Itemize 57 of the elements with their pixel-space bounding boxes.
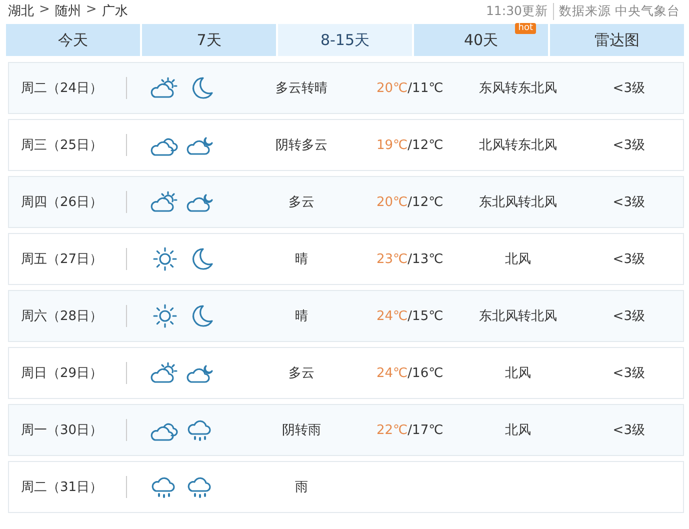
wind-direction: 北风 xyxy=(505,366,532,381)
wind-level: <3级 xyxy=(612,81,645,96)
high-temperature: 22℃ xyxy=(376,422,408,438)
wind-direction: 东风转东北风 xyxy=(479,81,558,96)
update-time: 11:30更新 xyxy=(486,2,554,20)
wind-direction: 北风 xyxy=(505,252,532,267)
low-temperature: /12℃ xyxy=(408,194,444,210)
weather-text: 多云 xyxy=(288,365,316,382)
breadcrumb-separator: > xyxy=(39,2,50,19)
weather-text: 多云转晴 xyxy=(274,80,329,97)
weather-text: 阴转雨 xyxy=(281,422,322,439)
date-label: 周六（28日） xyxy=(20,308,104,325)
low-temperature: /15℃ xyxy=(408,308,444,324)
high-temperature: 24℃ xyxy=(376,366,408,380)
low-temperature: /17℃ xyxy=(408,422,444,438)
breadcrumb-link[interactable]: 随州 xyxy=(54,2,81,20)
date-label: 周一（30日） xyxy=(20,422,104,439)
wind-level: <3级 xyxy=(612,252,645,267)
date-label: 周二（24日） xyxy=(20,80,104,97)
high-temperature: 23℃ xyxy=(376,252,408,266)
tab[interactable]: 8-15天 xyxy=(278,24,412,56)
wind-direction: 东北风转北风 xyxy=(479,309,558,324)
date-label: 周二（31日） xyxy=(20,479,104,496)
wind-direction: 北风转东北风 xyxy=(479,138,558,153)
high-temperature: 20℃ xyxy=(376,80,408,96)
high-temperature: 20℃ xyxy=(376,194,408,210)
date-label: 周日（29日） xyxy=(20,365,104,382)
low-temperature: /11℃ xyxy=(408,80,444,96)
weather-text: 阴转多云 xyxy=(274,137,329,154)
weather-text: 雨 xyxy=(294,479,310,496)
tab[interactable]: 雷达图 xyxy=(550,24,684,56)
tab[interactable]: 40天 hot xyxy=(414,24,548,56)
high-temperature: 19℃ xyxy=(376,138,408,152)
high-temperature: 24℃ xyxy=(376,308,408,324)
wind-level: <3级 xyxy=(612,309,645,324)
wind-direction: 北风 xyxy=(505,423,532,438)
wind-level: <3级 xyxy=(612,366,645,381)
wind-direction: 东北风转北风 xyxy=(479,195,558,210)
tab[interactable]: 7天 xyxy=(142,24,276,56)
low-temperature: /16℃ xyxy=(408,366,444,380)
breadcrumb-link[interactable]: 广水 xyxy=(102,2,128,20)
low-temperature: /13℃ xyxy=(408,252,444,266)
date-label: 周四（26日） xyxy=(20,194,104,211)
weather-text: 晴 xyxy=(294,308,310,325)
breadcrumb-separator: > xyxy=(86,2,97,19)
wind-level: <3级 xyxy=(612,138,645,153)
date-label: 周三（25日） xyxy=(20,137,104,154)
wind-level: <3级 xyxy=(612,423,645,438)
hot-badge: hot xyxy=(515,23,536,34)
date-label: 周五（27日） xyxy=(20,251,104,268)
breadcrumb-link[interactable]: 湖北 xyxy=(8,2,34,20)
weather-text: 多云 xyxy=(288,194,316,211)
weather-text: 晴 xyxy=(294,251,310,268)
tab[interactable]: 今天 xyxy=(6,24,140,56)
data-source: 数据来源 中央气象台 xyxy=(559,2,680,20)
wind-level: <3级 xyxy=(612,195,645,210)
low-temperature: /12℃ xyxy=(408,138,444,152)
